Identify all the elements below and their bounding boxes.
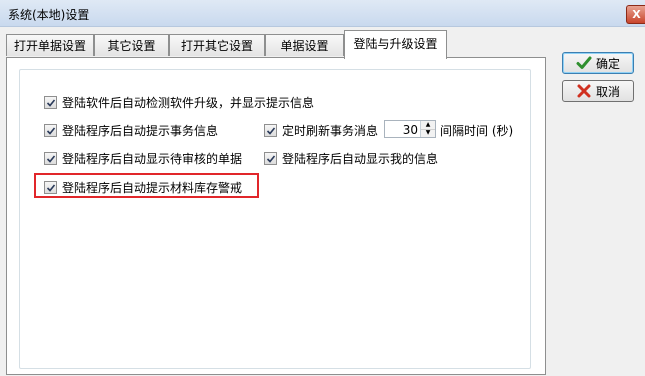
cancel-button-label: 取消 [595,84,620,99]
tab-document-settings[interactable]: 单据设置 [265,34,344,56]
refresh-tasks-label: 定时刷新事务消息 [282,124,379,138]
close-icon: X [632,8,641,21]
checkmark-icon [576,56,592,69]
show-my-info-checkbox[interactable] [264,152,277,165]
refresh-interval-value[interactable]: 30 [403,123,418,137]
window-title: 系统(本地)设置 [8,8,90,22]
x-icon [577,84,591,98]
show-pending-docs-label: 登陆程序后自动显示待审核的单据 [62,152,243,166]
remind-tasks-option[interactable]: 登陆程序后自动提示事务信息 [44,122,218,139]
auto-update-label: 登陆软件后自动检测软件升级，并显示提示信息 [62,96,315,110]
tab-open-document-settings[interactable]: 打开单据设置 [6,34,94,56]
show-my-info-option[interactable]: 登陆程序后自动显示我的信息 [264,150,438,167]
ok-button[interactable]: 确定 [562,52,634,74]
stock-warning-checkbox[interactable] [44,181,57,194]
show-pending-docs-option[interactable]: 登陆程序后自动显示待审核的单据 [44,150,242,167]
refresh-interval-unit-label: 间隔时间 (秒) [440,124,514,138]
stepper-arrows: ▲ ▼ [420,121,435,137]
tab-login-upgrade-settings[interactable]: 登陆与升级设置 [344,30,447,59]
title-bar: 系统(本地)设置 X [0,0,645,27]
refresh-tasks-option[interactable]: 定时刷新事务消息 [264,122,378,139]
show-my-info-label: 登陆程序后自动显示我的信息 [282,152,439,166]
auto-update-checkbox[interactable] [44,96,57,109]
close-button[interactable]: X [626,5,645,24]
refresh-tasks-checkbox[interactable] [264,124,277,137]
auto-update-check-option[interactable]: 登陆软件后自动检测软件升级，并显示提示信息 [44,94,314,111]
remind-tasks-checkbox[interactable] [44,124,57,137]
stock-warning-label: 登陆程序后自动提示材料库存警戒 [62,181,243,195]
refresh-interval-stepper[interactable]: 30 ▲ ▼ [384,120,436,138]
ok-button-label: 确定 [595,56,620,71]
show-pending-docs-checkbox[interactable] [44,152,57,165]
cancel-button[interactable]: 取消 [562,80,634,102]
tab-other-settings[interactable]: 其它设置 [94,34,169,56]
options-group [19,69,531,369]
remind-tasks-label: 登陆程序后自动提示事务信息 [62,124,219,138]
stepper-down-icon[interactable]: ▼ [421,129,435,137]
stock-warning-option[interactable]: 登陆程序后自动提示材料库存警戒 [44,179,242,196]
tab-open-other-settings[interactable]: 打开其它设置 [169,34,265,56]
